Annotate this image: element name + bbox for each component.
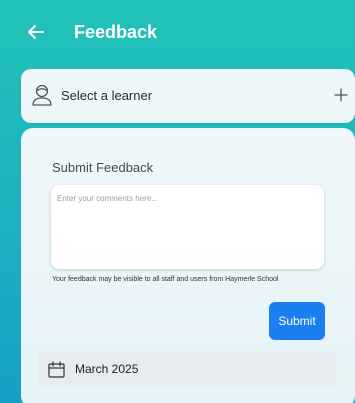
feedback-card: Submit Feedback Your feedback may be vis…: [21, 128, 355, 403]
month-label: March 2025: [75, 362, 139, 376]
visibility-note: Your feedback may be visible to all staf…: [52, 276, 279, 283]
select-learner-card[interactable]: Select a learner: [21, 69, 355, 123]
page-title: Feedback: [74, 22, 158, 42]
user-icon: [32, 84, 52, 106]
app-header: Feedback: [0, 0, 355, 64]
plus-icon[interactable]: [333, 87, 349, 103]
submit-feedback-heading: Submit Feedback: [52, 160, 154, 175]
select-learner-label: Select a learner: [61, 88, 153, 103]
arrow-left-icon: [28, 25, 44, 39]
back-button[interactable]: [26, 20, 46, 44]
calendar-icon: [48, 361, 65, 378]
comments-input[interactable]: [51, 185, 324, 269]
submit-button[interactable]: Submit: [269, 302, 325, 340]
month-selector[interactable]: March 2025: [38, 352, 336, 386]
